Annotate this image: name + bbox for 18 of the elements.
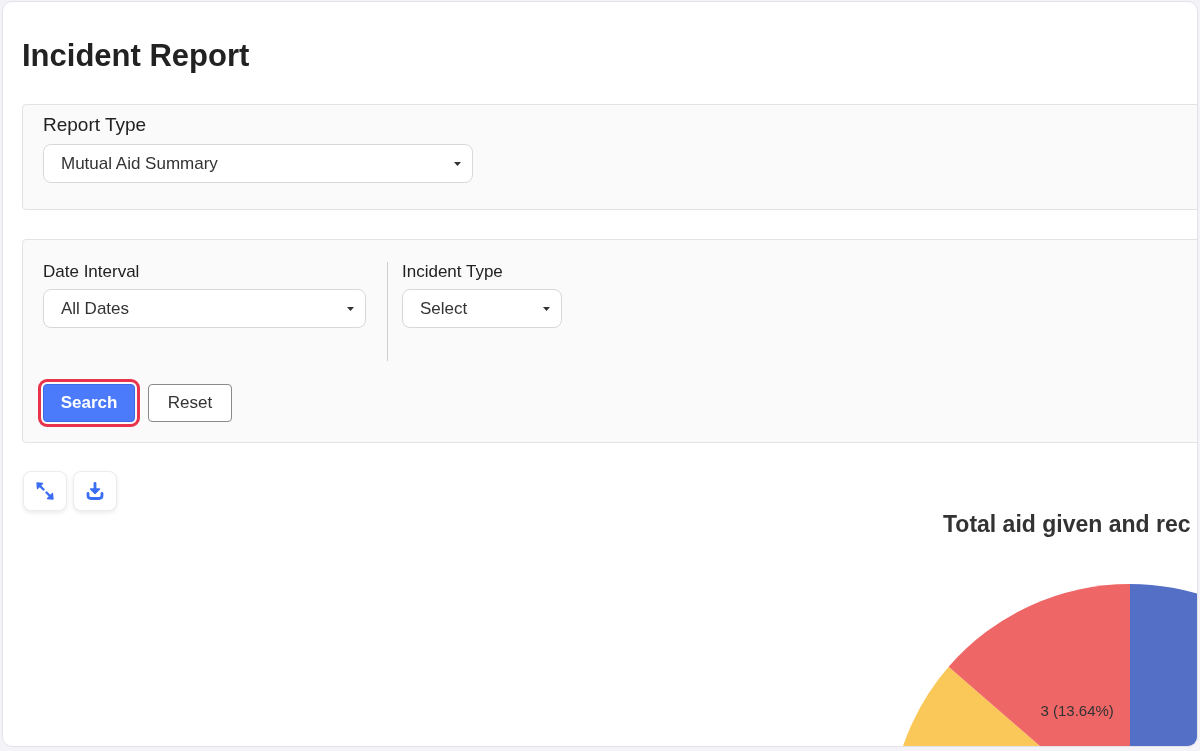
expand-icon: [36, 482, 54, 500]
field-label: Incident Type: [402, 262, 503, 282]
search-button[interactable]: Search: [43, 384, 135, 422]
field-label: Report Type: [43, 114, 147, 136]
slice-label: 3 (13.64%): [1040, 701, 1114, 719]
chart-title: Total aid given and rec: [943, 511, 1191, 537]
download-icon: [86, 482, 104, 500]
report-type-select[interactable]: Mutual Aid Summary: [43, 144, 473, 183]
expand-button[interactable]: [23, 471, 67, 511]
field-label: Date Interval: [43, 262, 140, 282]
dropdown-select[interactable]: Select: [402, 289, 562, 328]
dropdown-select[interactable]: All Dates: [43, 289, 366, 328]
caret-icon: [543, 306, 550, 311]
caret-icon: [454, 161, 461, 166]
page-title: Incident Report: [22, 37, 250, 75]
reset-button[interactable]: Reset: [148, 384, 232, 422]
caret-icon: [347, 306, 354, 311]
download-button[interactable]: [73, 471, 117, 511]
